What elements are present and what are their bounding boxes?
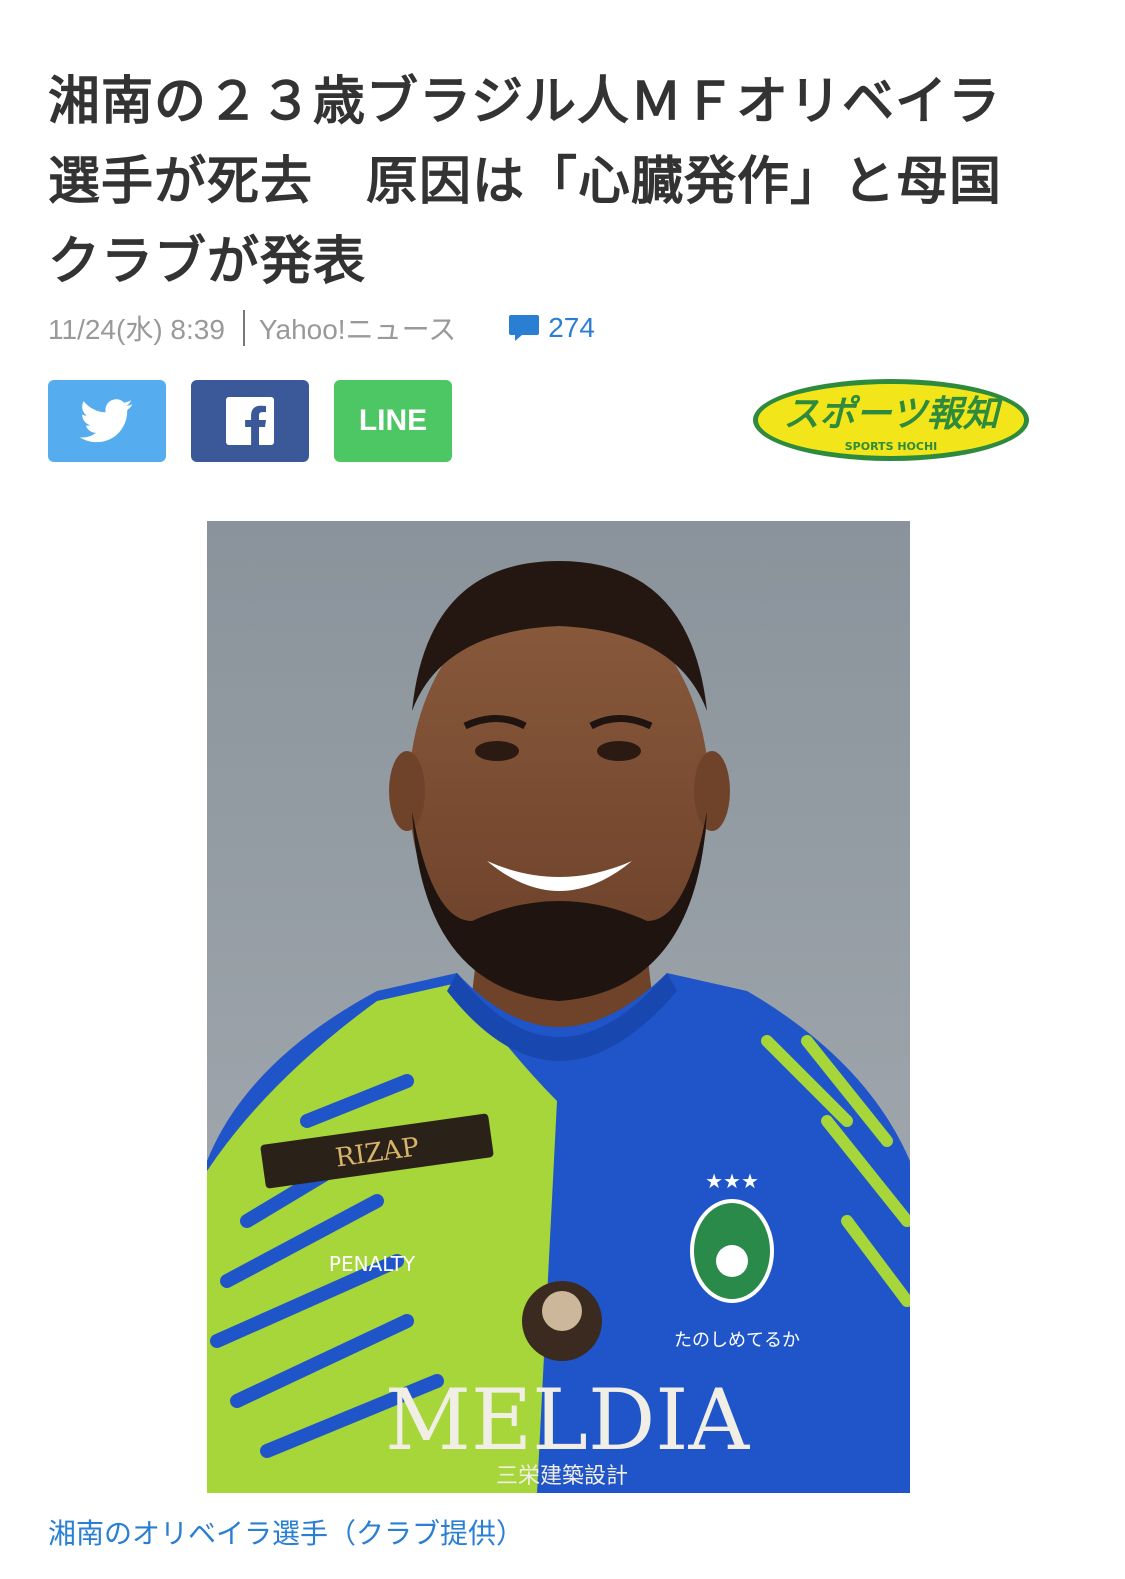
svg-text:★★★: ★★★ (705, 1169, 759, 1193)
meta-divider (242, 310, 245, 346)
line-share-button[interactable]: LINE (334, 380, 452, 462)
twitter-share-button[interactable] (48, 380, 166, 462)
comments-link[interactable]: 274 (508, 312, 595, 344)
comment-bubble-icon (509, 315, 540, 341)
headline-line-2: 選手が死去 原因は「心臓発作」と母国 (48, 152, 1003, 212)
slogan-text: たのしめてるか (674, 1330, 800, 1351)
article-meta: 11/24(水) 8:39 Yahoo!ニュース 274 (48, 306, 595, 350)
twitter-bird-icon (80, 399, 133, 443)
headline-line-3: クラブが発表 (48, 232, 367, 292)
player-photo: RIZAP PENALTY ★★★ たのしめてるか MELDIA 三栄建築設計 (207, 521, 910, 1493)
headline-line-1: 湘南の２３歳ブラジル人ＭＦオリベイラ (48, 72, 1001, 132)
svg-text:スポーツ報知: スポーツ報知 (783, 394, 1003, 435)
article-headline: 湘南の２３歳ブラジル人ＭＦオリベイラ 選手が死去 原因は「心臓発作」と母国 クラ… (48, 62, 1088, 302)
photo-caption: 湘南のオリベイラ選手（クラブ提供） (48, 1517, 525, 1550)
penalty-brand-text: PENALTY (329, 1252, 416, 1276)
facebook-f-icon (226, 397, 274, 445)
article-date: 11/24(水) 8:39 (48, 314, 225, 345)
svg-text:SPORTS HOCHI: SPORTS HOCHI (845, 440, 938, 453)
article-source: Yahoo!ニュース (258, 314, 457, 345)
sanei-sponsor-text: 三栄建築設計 (496, 1464, 628, 1489)
line-label: LINE (358, 404, 428, 437)
facebook-share-button[interactable] (191, 380, 309, 462)
sports-hochi-logo[interactable]: スポーツ報知 SPORTS HOCHI (750, 376, 1032, 464)
comment-count: 274 (548, 312, 595, 343)
meldia-sponsor-text: MELDIA (385, 1371, 751, 1469)
